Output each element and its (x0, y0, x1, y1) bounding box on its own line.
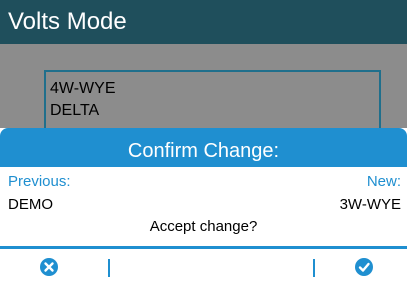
mode-option-delta[interactable]: DELTA (46, 100, 379, 122)
cancel-icon[interactable] (40, 258, 58, 276)
accept-icon[interactable] (355, 258, 373, 276)
softkey-divider-right (313, 259, 315, 277)
new-label: New: (366, 173, 401, 190)
mode-option-4w-wye[interactable]: 4W-WYE (46, 78, 379, 100)
dialog-title: Confirm Change: (0, 128, 407, 167)
previous-label: Previous: (8, 173, 71, 190)
previous-value: DEMO (8, 196, 53, 213)
accept-prompt: Accept change? (149, 218, 258, 235)
new-value: 3W-WYE (339, 196, 401, 213)
confirm-dialog: Confirm Change: Previous: New: DEMO 3W-W… (0, 128, 407, 283)
softkey-bar (0, 249, 407, 283)
softkey-divider-left (108, 259, 110, 277)
screen-title: Volts Mode (0, 0, 407, 44)
